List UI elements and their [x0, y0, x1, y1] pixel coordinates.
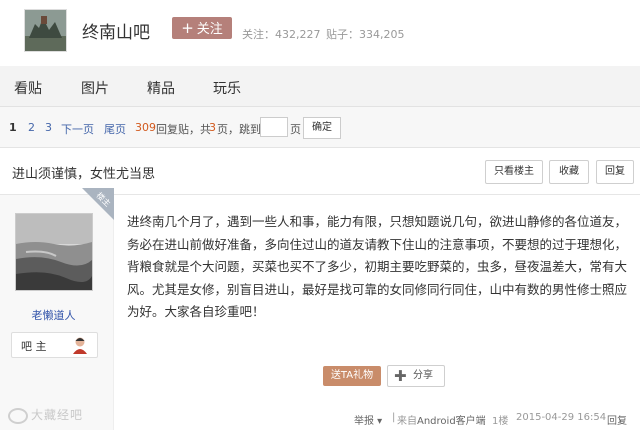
watermark-logo [8, 407, 28, 424]
meta-divider: | [392, 412, 396, 423]
owner-badge: 吧 主 [11, 332, 98, 358]
watermark-text: 大藏经吧 [31, 408, 84, 422]
tab-featured[interactable]: 精品 [147, 78, 175, 98]
last-page-link[interactable]: 尾页 [104, 121, 126, 137]
tab-images[interactable]: 图片 [81, 78, 109, 98]
plus-icon: + [181, 19, 194, 37]
gift-button[interactable]: 送TA礼物 [323, 366, 381, 386]
total-pages: 3 [209, 121, 216, 134]
owner-icon [70, 335, 90, 355]
client-link[interactable]: Android客户端 [417, 416, 486, 427]
share-button[interactable]: ✚ 分享 [387, 365, 445, 387]
tab-posts[interactable]: 看贴 [14, 78, 42, 98]
owner-label: 吧 主 [21, 340, 47, 353]
forum-name[interactable]: 终南山吧 [82, 18, 150, 43]
confirm-button[interactable]: 确定 [303, 117, 341, 139]
post-count: 贴子：334,205 [326, 28, 405, 41]
post-source: 来自Android客户端 [397, 416, 486, 427]
page-link-2[interactable]: 2 [28, 121, 35, 134]
page-jump-input[interactable] [260, 117, 288, 137]
page-current: 1 [9, 121, 17, 134]
pagination: 1 2 3 下一页 尾页 309 回复贴，共 3 页，跳到 页 确定 [0, 107, 640, 148]
reply-count: 309 [135, 121, 156, 134]
floor-number: 1楼 [492, 416, 509, 427]
author-name[interactable]: 老懒道人 [0, 307, 107, 323]
page-link-3[interactable]: 3 [45, 121, 52, 134]
collect-button[interactable]: 收藏 [549, 160, 589, 184]
watermark: 大藏经吧 [8, 406, 83, 424]
report-label: 举报 [354, 416, 374, 427]
thread-title: 进山须谨慎，女性尤当思 [12, 167, 156, 182]
post-content: 进终南几个月了，遇到一些人和事，能力有限，只想知题说几句，欲进山静修的各位道友，… [127, 214, 628, 319]
forum-header: 终南山吧 + 关注 关注：432,227 贴子：334,205 [0, 0, 640, 67]
only-owner-button[interactable]: 只看楼主 [485, 160, 543, 184]
share-label: 分享 [413, 370, 433, 381]
post-reply-link[interactable]: 回复 [607, 412, 627, 427]
share-plus-icon: ✚ [394, 367, 407, 385]
follow-button[interactable]: + 关注 [172, 17, 232, 39]
page-unit: 页 [290, 123, 301, 136]
follow-count: 关注：432,227 [242, 28, 321, 41]
reply-count-label: 回复贴，共 [156, 123, 211, 136]
follow-label: 关注 [196, 22, 223, 37]
post-time: 2015-04-29 16:54 [516, 412, 607, 423]
avatar[interactable] [15, 213, 93, 291]
next-page-link[interactable]: 下一页 [61, 121, 94, 137]
jump-label: 页，跳到 [217, 123, 261, 136]
forum-nav: 看贴 图片 精品 玩乐 [0, 66, 640, 107]
forum-logo[interactable] [24, 9, 67, 52]
report-link[interactable]: 举报 ▾ [354, 412, 382, 427]
reply-button[interactable]: 回复 [596, 160, 634, 184]
tab-fun[interactable]: 玩乐 [213, 78, 241, 98]
